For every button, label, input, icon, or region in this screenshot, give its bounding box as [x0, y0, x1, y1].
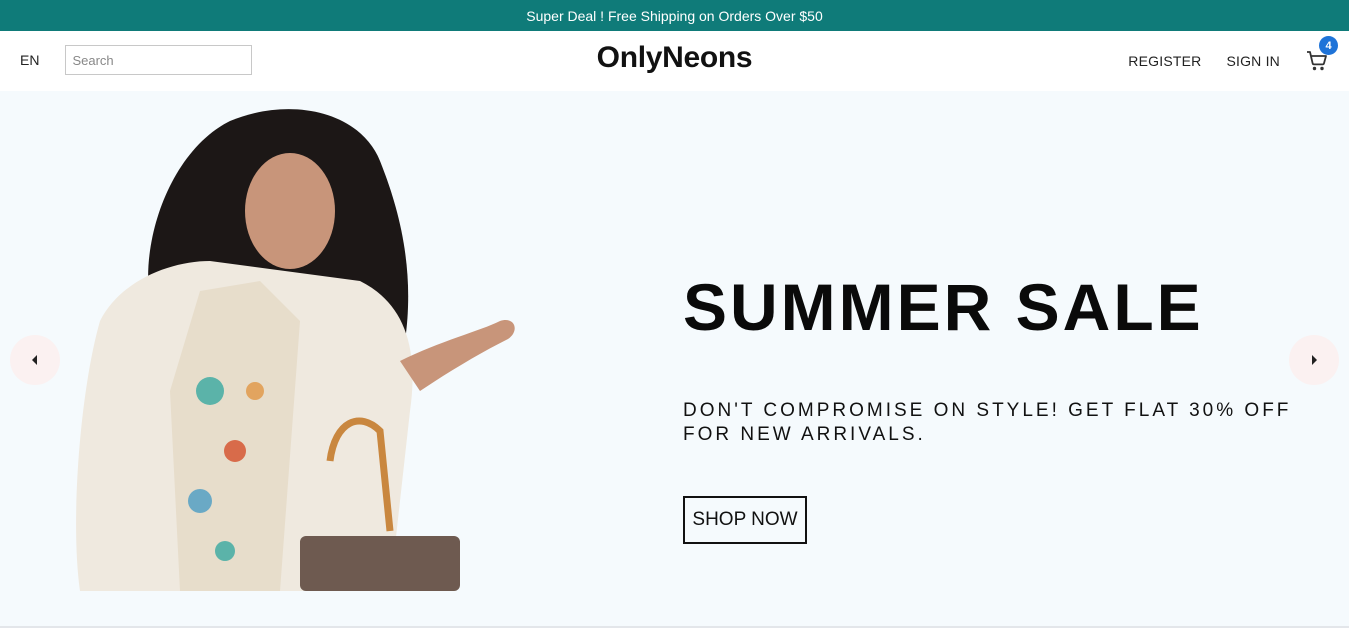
cart-count-badge: 4 [1319, 36, 1338, 55]
sign-in-link[interactable]: SIGN IN [1226, 53, 1280, 69]
caret-left-icon [32, 355, 37, 365]
slider-prev-button[interactable] [10, 335, 60, 385]
hero-subtitle: DON'T COMPROMISE ON STYLE! GET FLAT 30% … [683, 400, 1292, 445]
hero-model-image [76, 109, 515, 591]
shop-now-button[interactable]: SHOP NOW [683, 496, 807, 544]
announcement-bar: Super Deal ! Free Shipping on Orders Ove… [0, 0, 1349, 31]
announcement-text: Super Deal ! Free Shipping on Orders Ove… [526, 7, 823, 24]
cart-button[interactable]: 4 [1305, 36, 1338, 73]
top-navbar: EN OnlyNeons REGISTER SIGN IN 4 [0, 31, 1349, 91]
register-link[interactable]: REGISTER [1128, 53, 1201, 69]
hero-slider: SUMMER SALE DON'T COMPROMISE ON STYLE! G… [0, 91, 1349, 626]
slider-next-button[interactable] [1289, 335, 1339, 385]
nav-right: REGISTER SIGN IN 4 [1128, 31, 1338, 91]
hero-title: SUMMER SALE [683, 270, 1204, 344]
caret-right-icon [1312, 355, 1317, 365]
